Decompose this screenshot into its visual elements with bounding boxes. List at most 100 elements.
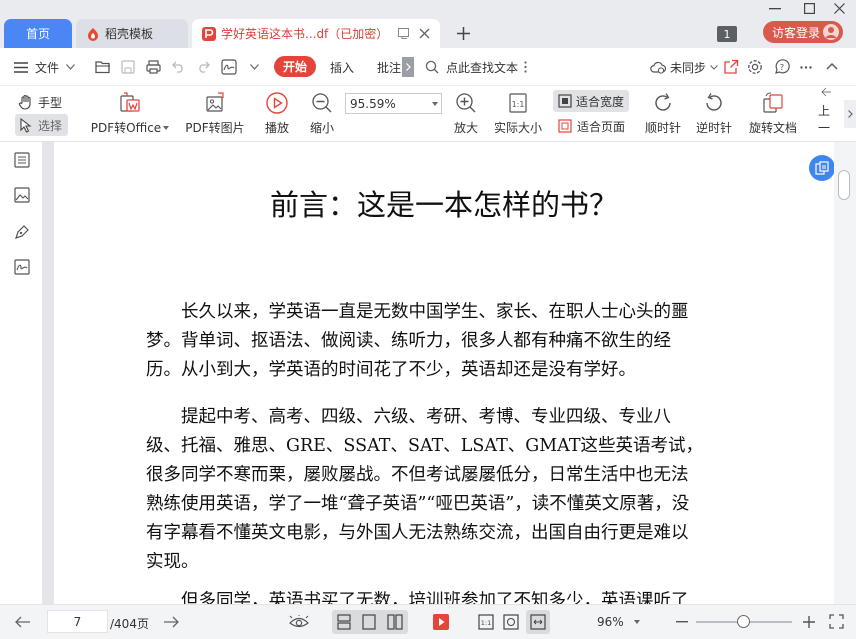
- share-icon[interactable]: [723, 59, 739, 75]
- tab-templates[interactable]: 稻壳模板: [76, 19, 188, 48]
- zoom-level-value: 96%: [597, 615, 624, 629]
- select-tool[interactable]: 选择: [15, 114, 68, 136]
- previous-button[interactable]: 上一: [814, 86, 840, 142]
- play-label: 播放: [264, 121, 289, 135]
- annotation-icon[interactable]: [12, 222, 32, 242]
- fit-page-status-icon[interactable]: [503, 614, 519, 630]
- tab-home[interactable]: 首页: [4, 19, 72, 48]
- tab-document[interactable]: 学好英语这本书...df（已加密）: [192, 19, 440, 48]
- actual-size-status-icon[interactable]: 1:1: [478, 614, 494, 630]
- tab-close-icon[interactable]: [419, 28, 430, 39]
- sync-status[interactable]: 未同步: [650, 48, 718, 86]
- tab-document-label: 学好英语这本书...df（已加密）: [221, 27, 389, 41]
- pdf-file-icon: [202, 26, 216, 41]
- more-vertical-icon: [524, 61, 527, 73]
- actual-size-button[interactable]: 1:1 实际大小: [491, 86, 545, 142]
- print-icon[interactable]: [146, 60, 161, 74]
- ribbon-scroll-right[interactable]: [844, 100, 856, 128]
- window-restore-icon[interactable]: [398, 28, 410, 39]
- zoom-level[interactable]: 96%: [597, 615, 640, 629]
- double-page-view-icon[interactable]: [387, 614, 403, 630]
- paragraph-line: 很多同学不寒而栗，屡败屡战。不但考试屡屡低分，日常生活中也无法: [146, 465, 689, 485]
- play-button[interactable]: 播放: [259, 86, 295, 142]
- pdf-page: 前言：这是一本怎样的书？ 长久以来，学英语一直是无数中国学生、家长、在职人士心头…: [54, 142, 834, 604]
- undo-icon[interactable]: [172, 61, 185, 73]
- chevron-right-icon: [405, 63, 411, 71]
- collapse-ribbon-icon[interactable]: [826, 62, 838, 70]
- window-count-value: 1: [723, 27, 731, 41]
- avatar-icon: [823, 24, 839, 40]
- close-window-icon[interactable]: [834, 3, 845, 14]
- file-menu[interactable]: 文件: [14, 48, 75, 86]
- rotate-document-button[interactable]: 旋转文档: [746, 86, 800, 142]
- open-folder-icon[interactable]: [95, 60, 111, 74]
- rotate-ccw-button[interactable]: 逆时针: [694, 86, 734, 142]
- vertical-scrollbar[interactable]: [834, 142, 856, 604]
- page-title: 前言：这是一本怎样的书？: [269, 188, 618, 222]
- title-bar: 首页 稻壳模板 学好英语这本书...df（已加密） 1 访客登录: [0, 0, 856, 48]
- continuous-view-icon[interactable]: [362, 614, 376, 630]
- tabs-scroll-right[interactable]: [402, 57, 414, 77]
- tab-annotate-label: 批注: [377, 60, 402, 75]
- document-viewport[interactable]: 前言：这是一本怎样的书？ 长久以来，学英语一直是无数中国学生、家长、在职人士心头…: [43, 142, 856, 604]
- rotate-cw-button[interactable]: 顺时针: [643, 86, 683, 142]
- zoom-minus-icon[interactable]: [676, 621, 688, 623]
- fit-width-button[interactable]: 适合宽度: [553, 90, 629, 112]
- chevron-down-icon: [710, 64, 718, 70]
- chevron-down-icon: [163, 125, 170, 130]
- minimize-icon[interactable]: [769, 8, 781, 10]
- svg-text:1:1: 1:1: [512, 100, 525, 109]
- zoom-out-button[interactable]: 缩小: [304, 86, 340, 142]
- settings-icon[interactable]: [747, 59, 763, 75]
- new-tab-icon[interactable]: [457, 27, 470, 40]
- slideshow-play-icon[interactable]: [433, 614, 449, 630]
- search-icon: [425, 60, 439, 74]
- zoom-out-label: 缩小: [309, 121, 334, 135]
- rotate-cw-label: 顺时针: [644, 121, 681, 135]
- hand-tool[interactable]: 手型: [18, 92, 62, 112]
- floating-convert-button[interactable]: [809, 155, 835, 181]
- fit-width-icon: [558, 94, 572, 108]
- signature-panel-icon[interactable]: [12, 257, 32, 277]
- zoom-select[interactable]: 95.59%: [345, 93, 442, 114]
- help-icon[interactable]: ?: [774, 59, 790, 75]
- maximize-icon[interactable]: [804, 3, 815, 14]
- zoom-plus-icon[interactable]: [803, 616, 815, 628]
- zoom-in-button[interactable]: 放大: [450, 86, 482, 142]
- redo-icon[interactable]: [197, 61, 210, 73]
- eye-protection-icon[interactable]: [289, 615, 309, 629]
- save-icon[interactable]: [121, 60, 135, 74]
- left-sidebar: [0, 142, 43, 604]
- pdf-to-image-label: PDF转图片: [185, 121, 245, 135]
- outline-icon[interactable]: [12, 150, 32, 170]
- more-horizontal-icon[interactable]: [800, 66, 812, 69]
- single-page-view-icon[interactable]: [337, 614, 351, 630]
- page-number-input[interactable]: 7: [47, 610, 108, 633]
- tab-insert[interactable]: 插入: [330, 48, 354, 86]
- more-dropdown-icon[interactable]: [250, 64, 259, 70]
- tab-annotate[interactable]: 批注: [377, 48, 401, 86]
- cursor-icon: [20, 117, 32, 133]
- window-count-badge[interactable]: 1: [717, 26, 737, 42]
- zoom-slider-handle[interactable]: [737, 615, 750, 628]
- guest-login-label: 访客登录: [772, 25, 821, 40]
- rotate-document-label: 旋转文档: [748, 121, 797, 135]
- fit-width-status-icon[interactable]: [530, 614, 546, 630]
- tab-start[interactable]: 开始: [274, 56, 316, 77]
- find-text[interactable]: 点此查找文本: [425, 48, 527, 86]
- convert-doc-icon: [815, 161, 829, 175]
- fullscreen-icon[interactable]: [829, 614, 844, 629]
- signature-icon[interactable]: [221, 59, 237, 75]
- hand-icon: [18, 94, 31, 110]
- svg-text:1:1: 1:1: [481, 619, 491, 627]
- scrollbar-thumb[interactable]: [838, 170, 850, 200]
- pdf-to-image-button[interactable]: PDF转图片: [183, 86, 247, 142]
- sync-status-label: 未同步: [670, 60, 707, 75]
- fit-page-button[interactable]: 适合页面: [558, 116, 625, 136]
- thumbnail-icon[interactable]: [12, 185, 32, 205]
- next-page-icon[interactable]: [163, 616, 179, 628]
- play-icon: [266, 92, 288, 114]
- guest-login-button[interactable]: 访客登录: [763, 21, 843, 43]
- pdf-to-office-button[interactable]: PDF转Office: [90, 86, 170, 142]
- previous-page-icon[interactable]: [15, 616, 31, 628]
